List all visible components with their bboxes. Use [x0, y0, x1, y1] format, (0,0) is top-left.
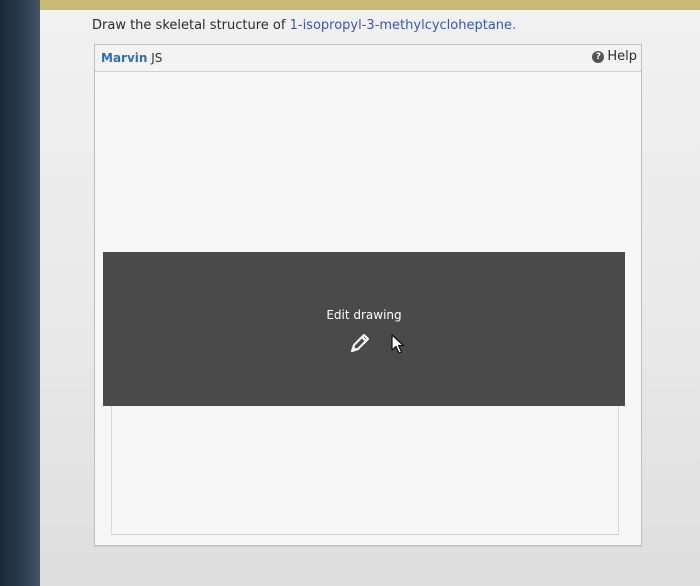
editor-brand: Marvin JS	[101, 51, 162, 65]
screen: Draw the skeletal structure of 1-isoprop…	[40, 10, 700, 586]
edit-drawing-overlay[interactable]: Edit drawing	[103, 252, 625, 406]
question-prompt: Draw the skeletal structure of 1-isoprop…	[92, 18, 516, 33]
mouse-cursor-icon	[391, 334, 405, 358]
top-strip	[40, 0, 700, 10]
marvin-editor: Marvin JS ? Help Edit drawing	[94, 44, 642, 546]
brand-suffix: JS	[151, 51, 163, 65]
edit-drawing-label: Edit drawing	[326, 308, 402, 322]
question-circle-icon: ?	[592, 50, 605, 63]
editor-header: Marvin JS ? Help	[95, 45, 641, 72]
overlay-icons	[349, 332, 405, 358]
question-prefix: Draw the skeletal structure of	[92, 18, 286, 33]
help-label: Help	[607, 49, 637, 64]
pencil-icon	[349, 332, 371, 358]
help-button[interactable]: ? Help	[592, 49, 637, 64]
brand-name: Marvin	[101, 51, 148, 65]
monitor-bezel	[0, 0, 40, 586]
drawing-canvas: Edit drawing	[95, 72, 641, 545]
lower-panel	[111, 406, 619, 535]
compound-name: 1-isopropyl-3-methylcycloheptane.	[289, 18, 517, 33]
